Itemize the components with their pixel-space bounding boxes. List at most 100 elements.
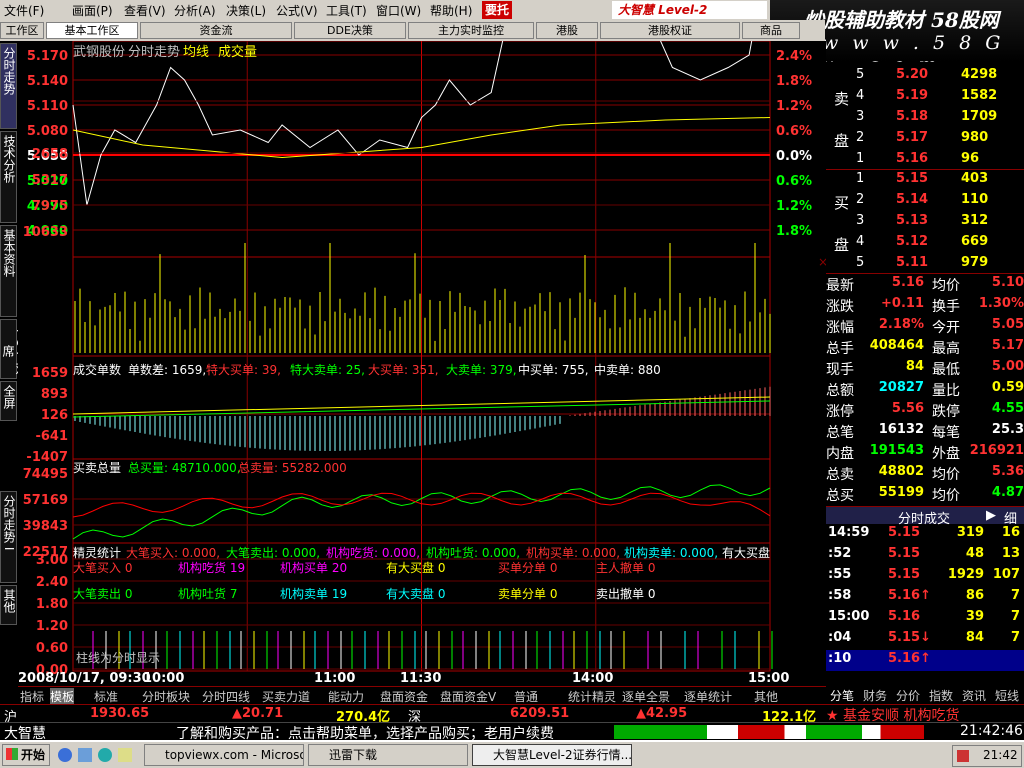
- tab-hk-stock[interactable]: 港股: [536, 22, 598, 39]
- tab-commodity[interactable]: 商品: [742, 22, 800, 39]
- quote-tab[interactable]: 资讯: [962, 687, 986, 704]
- folder-icon[interactable]: [118, 748, 132, 762]
- side-tab-other[interactable]: 其他: [0, 585, 17, 625]
- tab-dde[interactable]: DDE决策: [294, 22, 406, 39]
- order-s2: 特大卖单: 25,: [290, 363, 365, 377]
- menu-file[interactable]: 文件(F): [4, 2, 44, 19]
- start-button[interactable]: 开始: [2, 744, 50, 766]
- indicator-tab[interactable]: 标准: [94, 688, 118, 705]
- ask-row[interactable]: 5 5.20 4298: [826, 67, 1024, 88]
- side-tab-fundamental[interactable]: 基本资料: [0, 225, 17, 317]
- indicator-tab[interactable]: 指标: [20, 688, 44, 705]
- menu-hot-button[interactable]: 要托: [482, 1, 512, 19]
- stat-label: 今开: [932, 320, 960, 336]
- intraday-chart-area[interactable]: 5.170 2.4% 5.140 1.8% 5.110 1.2% 5.080 0.6% 5.05…: [18, 41, 826, 686]
- ie-icon[interactable]: [58, 748, 72, 762]
- indicator-tab[interactable]: 分时板块: [142, 688, 190, 705]
- indicator-tab[interactable]: 能动力: [328, 688, 364, 705]
- tick-row[interactable]: 15:00 5.16 39 7: [826, 609, 1024, 630]
- tab-workspace[interactable]: 工作区: [0, 22, 44, 39]
- side-tab-fullscreen[interactable]: 全屏: [0, 381, 17, 421]
- x-date: 2008/10/17, 09:30: [18, 671, 151, 686]
- menu-help[interactable]: 帮助(H): [430, 2, 472, 19]
- task-stock-app[interactable]: 大智慧Level-2证券行情...: [472, 744, 632, 766]
- menu-analyze[interactable]: 分析(A): [174, 2, 216, 19]
- bid-row[interactable]: 5 5.11 979: [826, 255, 1024, 276]
- tab-basic-workspace[interactable]: 基本工作区: [46, 22, 138, 39]
- indicator-tab[interactable]: 逐单全景: [622, 688, 670, 705]
- tab-capital-flow[interactable]: 资金流: [140, 22, 292, 39]
- total-tick: 74495: [23, 467, 68, 482]
- menu-formula[interactable]: 公式(V): [276, 2, 318, 19]
- tick-row[interactable]: :10 5.16↑: [826, 651, 1024, 672]
- indicator-tab[interactable]: 逐单统计: [684, 688, 732, 705]
- tick-row[interactable]: :55 5.15 1929 107: [826, 567, 1024, 588]
- tick-row[interactable]: 14:59 5.15 319 16: [826, 525, 1024, 546]
- bid-row[interactable]: 3 5.13 312: [826, 213, 1024, 234]
- indicator-tab[interactable]: 买卖力道: [262, 688, 310, 705]
- quote-tab[interactable]: 短线: [995, 687, 1019, 704]
- side-tab-intraday[interactable]: 分时走势: [0, 43, 17, 129]
- ticks-toggle-icon[interactable]: ▶: [986, 508, 996, 523]
- stat-label: 跌停: [932, 404, 960, 420]
- side-tab-intraday-1[interactable]: 分时走势 I: [0, 491, 17, 583]
- volume: 403: [961, 171, 989, 186]
- pct-tick: 1.2%: [776, 99, 812, 114]
- menu-tools[interactable]: 工具(T): [326, 2, 367, 19]
- chart-mode: 分时走势: [128, 45, 181, 60]
- tab-main-monitor[interactable]: 主力实时监控: [408, 22, 534, 39]
- media-icon[interactable]: [98, 748, 112, 762]
- stat-label: 最低: [932, 362, 960, 378]
- indicator-tab[interactable]: 盘面资金V: [440, 688, 496, 705]
- stat-value: 4.55: [991, 401, 1024, 416]
- tick-price: 5.15: [888, 525, 921, 540]
- sp-value: 0: [124, 561, 133, 575]
- indicator-tab[interactable]: 分时四线: [202, 688, 250, 705]
- stat-row: 总买 55199 均价 4.87: [826, 485, 1024, 506]
- sp-value: 0: [437, 561, 446, 575]
- tray-app-icon[interactable]: [957, 750, 969, 762]
- quote-tab[interactable]: 分笔: [830, 687, 854, 704]
- pct-tick: 1.8%: [776, 224, 812, 239]
- volume: 110: [961, 192, 989, 207]
- tick-time: 14:59: [828, 525, 870, 540]
- stat-label: 每笔: [932, 425, 960, 441]
- indicator-tab[interactable]: 普通: [514, 688, 538, 705]
- stat-value: 5.17: [991, 338, 1024, 353]
- price-tick: 5.140: [27, 74, 68, 89]
- ask-row[interactable]: 2 5.17 980: [826, 130, 1024, 151]
- tick-row[interactable]: :52 5.15 48 13: [826, 546, 1024, 567]
- task-downloader[interactable]: 迅雷下载: [308, 744, 468, 766]
- indicator-tab[interactable]: 模板: [50, 688, 75, 705]
- tick-row[interactable]: :58 5.16↑ 86 7: [826, 588, 1024, 609]
- bid-row[interactable]: 2 5.14 110: [826, 192, 1024, 213]
- quote-tab[interactable]: 分价: [896, 687, 920, 704]
- quote-tab[interactable]: 财务: [863, 687, 887, 704]
- ask-row[interactable]: 1 5.16 96: [826, 151, 1024, 172]
- stat-row: 涨停 5.56 跌停 4.55: [826, 401, 1024, 422]
- menu-decision[interactable]: 决策(L): [226, 2, 266, 19]
- side-tab-label: 分时走势 I: [2, 495, 16, 551]
- side-tab-technical[interactable]: 技术分析: [0, 131, 17, 223]
- tab-hk-warrant[interactable]: 港股权证: [600, 22, 740, 39]
- task-browser[interactable]: topviewx.com - Microsof...: [144, 744, 304, 766]
- sp2-4: 卖单分单 0: [498, 585, 557, 602]
- stat-value: 48802: [878, 464, 924, 479]
- bid-row[interactable]: 4 5.12 669: [826, 234, 1024, 255]
- tick-row[interactable]: :04 5.15↓ 84 7: [826, 630, 1024, 651]
- sp-value: 0: [647, 587, 656, 601]
- bid-row[interactable]: 1 5.15 403: [826, 171, 1024, 192]
- indicator-tab[interactable]: 其他: [754, 688, 778, 705]
- menu-window[interactable]: 窗口(W): [376, 2, 421, 19]
- desktop-icon[interactable]: [78, 748, 92, 762]
- ask-row[interactable]: 4 5.19 1582: [826, 88, 1024, 109]
- quote-tab[interactable]: 指数: [929, 687, 953, 704]
- side-tab-top[interactable]: T O P 双席: [0, 319, 28, 379]
- menu-screen[interactable]: 画面(P): [72, 2, 113, 19]
- x-tick: 15:00: [748, 671, 790, 686]
- ask-row[interactable]: 3 5.18 1709: [826, 109, 1024, 130]
- menu-view[interactable]: 查看(V): [124, 2, 166, 19]
- indicator-tab[interactable]: 统计精灵: [568, 688, 616, 705]
- indicator-tab[interactable]: 盘面资金: [380, 688, 428, 705]
- pct-tick: 2.4%: [776, 49, 812, 64]
